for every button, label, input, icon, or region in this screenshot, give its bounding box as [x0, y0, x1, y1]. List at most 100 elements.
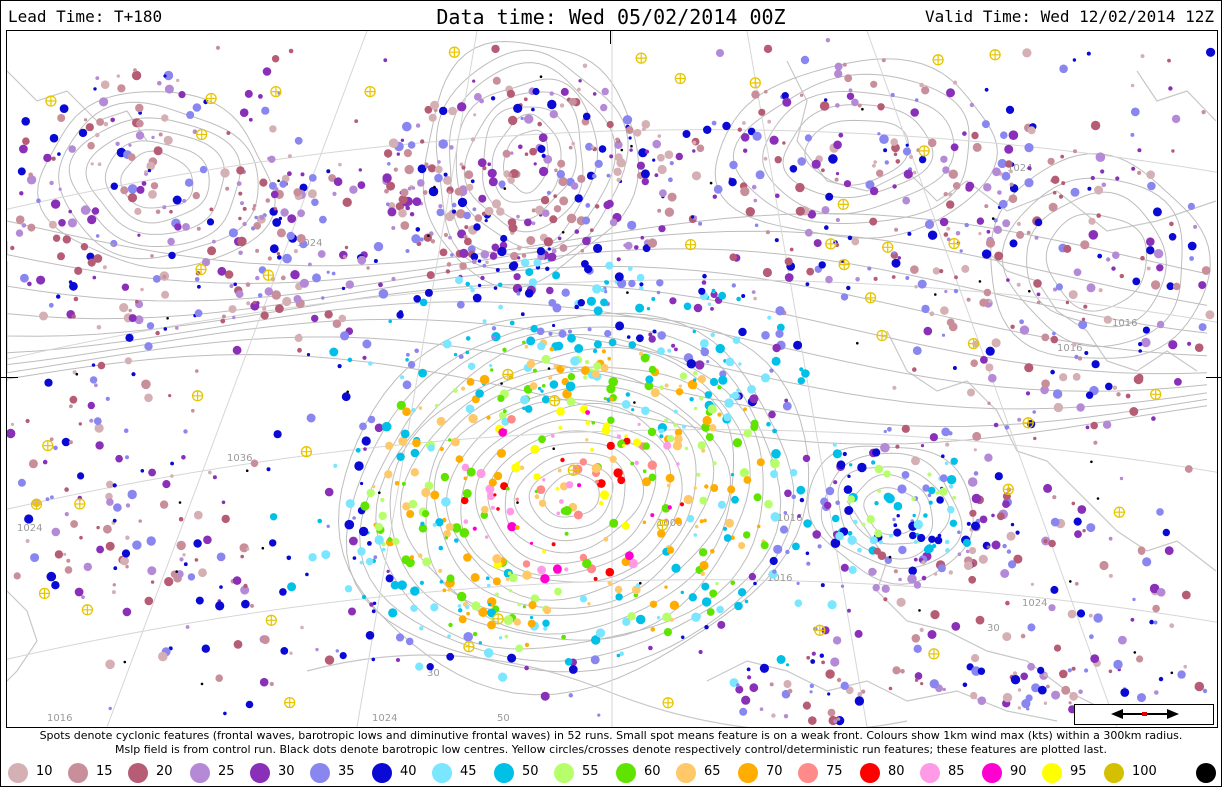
- feature-spot: [701, 597, 712, 607]
- feature-spot: [986, 229, 991, 234]
- feature-spot: [594, 204, 600, 209]
- feature-spot: [696, 144, 705, 153]
- feature-spot: [570, 182, 579, 190]
- feature-spot: [946, 88, 955, 98]
- feature-spot: [1090, 654, 1100, 663]
- feature-spot: [252, 204, 257, 208]
- legend-swatch: [676, 763, 696, 783]
- feature-spot: [1051, 690, 1061, 700]
- feature-spot: [201, 644, 210, 653]
- feature-spot: [832, 636, 842, 645]
- feature-spot: [857, 691, 862, 697]
- feature-spot: [580, 249, 585, 253]
- feature-spot: [905, 143, 909, 147]
- feature-spot: [1152, 207, 1162, 217]
- feature-spot: [1010, 522, 1015, 527]
- feature-spot: [1132, 597, 1136, 602]
- feature-spot: [1068, 290, 1078, 300]
- feature-spot: [329, 347, 339, 357]
- feature-spot: [83, 562, 93, 572]
- feature-spot: [601, 425, 611, 435]
- feature-spot: [582, 558, 592, 569]
- isobar-line: [1026, 191, 1167, 328]
- feature-spot: [148, 468, 157, 477]
- feature-spot: [753, 581, 757, 586]
- feature-spot: [585, 420, 591, 426]
- feature-spot: [260, 635, 270, 645]
- feature-spot: [245, 282, 251, 287]
- feature-spot: [948, 192, 953, 197]
- feature-spot: [293, 188, 302, 197]
- feature-spot: [415, 662, 424, 671]
- feature-spot: [25, 418, 30, 424]
- feature-spot: [821, 660, 825, 665]
- feature-spot: [554, 587, 562, 596]
- feature-spot: [819, 653, 824, 658]
- feature-spot: [1058, 194, 1064, 199]
- feature-spot: [221, 514, 230, 524]
- feature-spot: [358, 168, 362, 172]
- feature-spot: [448, 438, 452, 442]
- feature-spot: [308, 174, 317, 182]
- feature-spot: [1010, 675, 1021, 685]
- feature-spot: [894, 227, 899, 232]
- feature-spot: [553, 205, 562, 213]
- feature-spot: [371, 657, 376, 662]
- feature-spot: [331, 271, 336, 276]
- feature-spot: [1187, 341, 1192, 346]
- feature-spot: [400, 429, 410, 439]
- feature-spot: [1102, 420, 1112, 429]
- isobar-label: 1016: [1112, 318, 1137, 329]
- barotropic-low-dot: [1028, 289, 1031, 293]
- feature-spot: [592, 284, 602, 294]
- feature-spot: [799, 93, 804, 97]
- feature-spot: [1024, 178, 1034, 188]
- barotropic-low-dot: [561, 231, 565, 234]
- feature-spot: [469, 285, 474, 289]
- feature-spot: [474, 214, 483, 222]
- feature-spot: [280, 208, 289, 217]
- feature-spot: [19, 144, 28, 154]
- feature-spot: [87, 401, 96, 410]
- feature-spot: [1016, 230, 1025, 239]
- feature-spot: [1070, 187, 1080, 197]
- feature-spot: [716, 49, 724, 57]
- feature-spot: [1085, 391, 1094, 399]
- feature-spot: [764, 499, 773, 509]
- feature-spot: [537, 342, 546, 351]
- feature-spot: [659, 189, 667, 198]
- barotropic-low-dot: [626, 291, 629, 294]
- feature-spot: [526, 359, 536, 369]
- feature-spot: [782, 141, 786, 145]
- feature-spot: [836, 717, 841, 721]
- feature-spot: [941, 333, 946, 337]
- feature-spot: [147, 168, 152, 173]
- feature-spot: [119, 303, 129, 313]
- feature-spot: [273, 207, 278, 211]
- feature-spot: [287, 154, 292, 159]
- feature-spot: [486, 415, 491, 420]
- feature-spot: [212, 475, 217, 480]
- feature-spot: [753, 198, 758, 203]
- feature-spot: [108, 706, 112, 711]
- feature-spot: [872, 584, 880, 592]
- feature-spot: [538, 166, 549, 177]
- feature-spot: [692, 329, 696, 334]
- feature-spot: [957, 552, 962, 556]
- feature-spot: [68, 440, 73, 445]
- feature-spot: [965, 184, 973, 192]
- caption-line-1: Spots denote cyclonic features (frontal …: [39, 729, 1183, 742]
- feature-spot: [467, 362, 476, 370]
- feature-spot: [74, 587, 84, 597]
- feature-spot: [406, 352, 410, 357]
- legend-swatch: [432, 763, 452, 783]
- feature-spot: [398, 195, 408, 204]
- feature-spot: [680, 590, 684, 595]
- isobar-label: 1024: [17, 523, 42, 534]
- feature-spot: [711, 288, 716, 293]
- feature-spot: [1083, 304, 1088, 309]
- feature-spot: [745, 207, 755, 217]
- feature-spot: [446, 574, 455, 583]
- barotropic-low-dot: [516, 501, 519, 504]
- feature-spot: [832, 449, 843, 459]
